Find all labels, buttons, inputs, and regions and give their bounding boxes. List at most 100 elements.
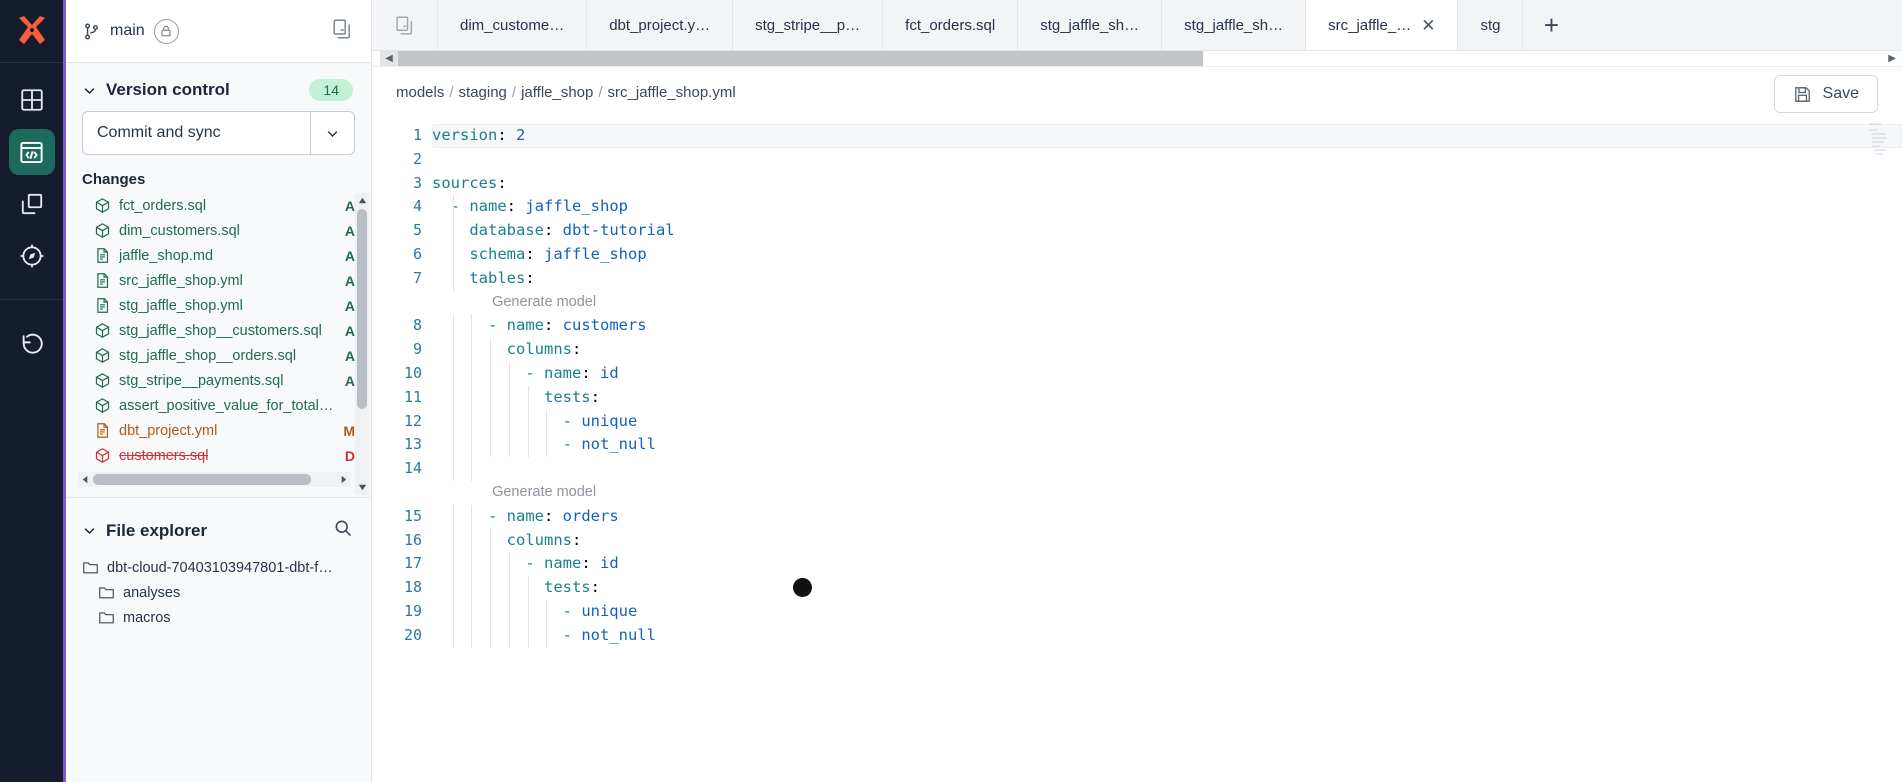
indent-guide [490,528,492,553]
rail-item-history[interactable] [9,320,55,366]
indent-guide [490,576,492,600]
rail-item-develop[interactable] [8,129,55,175]
caret-left-icon[interactable] [81,475,90,484]
copy-files-icon[interactable] [331,18,353,45]
indent-guide [452,623,454,648]
save-button[interactable]: Save [1773,75,1878,113]
editor-tab[interactable]: stg_stripe__p… [733,0,884,50]
change-list-item[interactable]: stg_jaffle_shop__customers.sql A [72,318,371,343]
file-tree-item[interactable]: dbt-cloud-70403103947801-dbt-funda… [82,555,371,580]
generate-model-codelens[interactable]: Generate model [432,291,1902,315]
scroll-right-arrow[interactable]: ▶ [1888,53,1896,64]
changes-vertical-scrollbar[interactable] [355,193,369,495]
code-line[interactable] [432,148,1902,172]
editor-tab[interactable]: dbt_project.y… [587,0,734,50]
code-line[interactable]: - unique [432,599,1902,624]
code-token: : [590,387,600,406]
file-explorer-header[interactable]: File explorer [66,498,371,555]
code-line[interactable]: tests: [432,576,1902,600]
code-line[interactable]: sources: [432,172,1902,196]
code-editor[interactable]: 1234567.891011121314.151617181920 versio… [372,117,1902,782]
editor-tab[interactable]: stg_jaffle_sh… [1162,0,1307,50]
line-number: 10 [403,363,422,382]
indent-guide [508,409,510,434]
code-token: tests [543,387,591,406]
commit-options-dropdown[interactable] [311,111,355,155]
version-control-header[interactable]: Version control 14 [66,63,371,111]
editor-tab[interactable]: fct_orders.sql [883,0,1019,50]
generate-model-codelens[interactable]: Generate model [432,481,1902,505]
minimap[interactable] [1868,121,1894,161]
editor-tab-active[interactable]: src_jaffle_… ✕ [1306,0,1459,50]
rail-item-deploy[interactable] [9,181,55,227]
change-list-item[interactable]: customers.sql D [72,443,371,468]
file-tree-item[interactable]: macros [82,605,371,630]
new-tab-button[interactable]: + [1523,0,1579,50]
change-list-item[interactable]: jaffle_shop.md A [72,243,371,268]
code-token: tests [543,578,591,597]
dbt-logo-icon [18,16,45,44]
editor-tab[interactable]: stg [1458,0,1524,50]
change-list-item[interactable]: fct_orders.sql A [72,193,371,218]
code-line[interactable]: - name: orders [432,504,1902,529]
scroll-left-arrow[interactable]: ◀ [380,51,398,66]
h-scroll-thumb[interactable] [93,474,311,485]
code-line[interactable]: version: 2 [432,124,1902,148]
code-line[interactable]: - name: jaffle_shop [432,195,1902,220]
code-line[interactable]: - name: id [432,552,1902,577]
tabbar-copy-icon[interactable] [372,0,438,50]
folder-icon [98,584,115,601]
code-line[interactable]: - name: customers [432,314,1902,339]
search-icon[interactable] [333,518,353,543]
code-line[interactable] [432,457,1902,481]
indent-guide [508,361,510,386]
scroll-up-arrow[interactable] [355,193,369,208]
change-list-item[interactable]: stg_jaffle_shop.yml A [72,293,371,318]
indent-guide [490,361,492,386]
line-number: 3 [412,173,422,192]
commit-and-sync-button[interactable]: Commit and sync [82,111,311,155]
code-token: - [432,506,507,525]
code-line[interactable]: - not_null [432,623,1902,648]
change-list-item[interactable]: stg_jaffle_shop__orders.sql A [72,343,371,368]
code-content[interactable]: version: 2 sources: - name: jaffle_shop … [432,117,1902,782]
indent-guide [452,314,454,339]
caret-right-icon[interactable] [339,475,348,484]
change-list-item[interactable]: stg_stripe__payments.sql A [72,368,371,393]
change-list-item[interactable]: dim_customers.sql A [72,218,371,243]
rail-item-dashboard[interactable] [9,77,55,123]
code-line[interactable]: columns: [432,528,1902,553]
code-line[interactable]: schema: jaffle_shop [432,242,1902,267]
code-line[interactable]: - name: id [432,361,1902,386]
dbt-logo[interactable] [0,0,63,63]
line-number: 12 [403,411,422,430]
code-line[interactable]: tables: [432,266,1902,291]
changes-horizontal-scrollbar[interactable] [78,472,351,487]
code-line[interactable]: columns: [432,338,1902,362]
code-token: : [525,244,544,263]
breadcrumb-part[interactable]: jaffle_shop [521,84,593,101]
close-icon[interactable]: ✕ [1421,17,1435,34]
breadcrumb-part[interactable]: staging [459,84,507,101]
file-tree-item[interactable]: analyses [82,580,371,605]
breadcrumb-part[interactable]: src_jaffle_shop.yml [608,84,736,101]
change-list-item[interactable]: assert_positive_value_for_total_a… [72,393,371,418]
editor-tab[interactable]: dim_custome… [438,0,588,50]
code-line[interactable]: tests: [432,385,1902,410]
code-line[interactable]: database: dbt-tutorial [432,219,1902,243]
code-line[interactable]: - not_null [432,433,1902,458]
scroll-thumb[interactable] [357,209,367,409]
editor-tab[interactable]: stg_jaffle_sh… [1018,0,1163,50]
breadcrumb-part[interactable]: models [396,84,444,101]
code-token: unique [581,601,638,620]
breadcrumb-separator: / [449,83,454,101]
change-file-name: src_jaffle_shop.yml [119,272,243,289]
rail-item-explore[interactable] [9,233,55,279]
scroll-down-arrow[interactable] [355,480,369,495]
change-list-item[interactable]: src_jaffle_shop.yml A [72,268,371,293]
editor-h-scroll-thumb[interactable] [398,51,1203,66]
code-line[interactable]: - unique [432,409,1902,434]
editor-horizontal-scrollbar[interactable]: ◀ ▶ [372,51,1902,67]
change-list-item[interactable]: dbt_project.yml M [72,418,371,443]
